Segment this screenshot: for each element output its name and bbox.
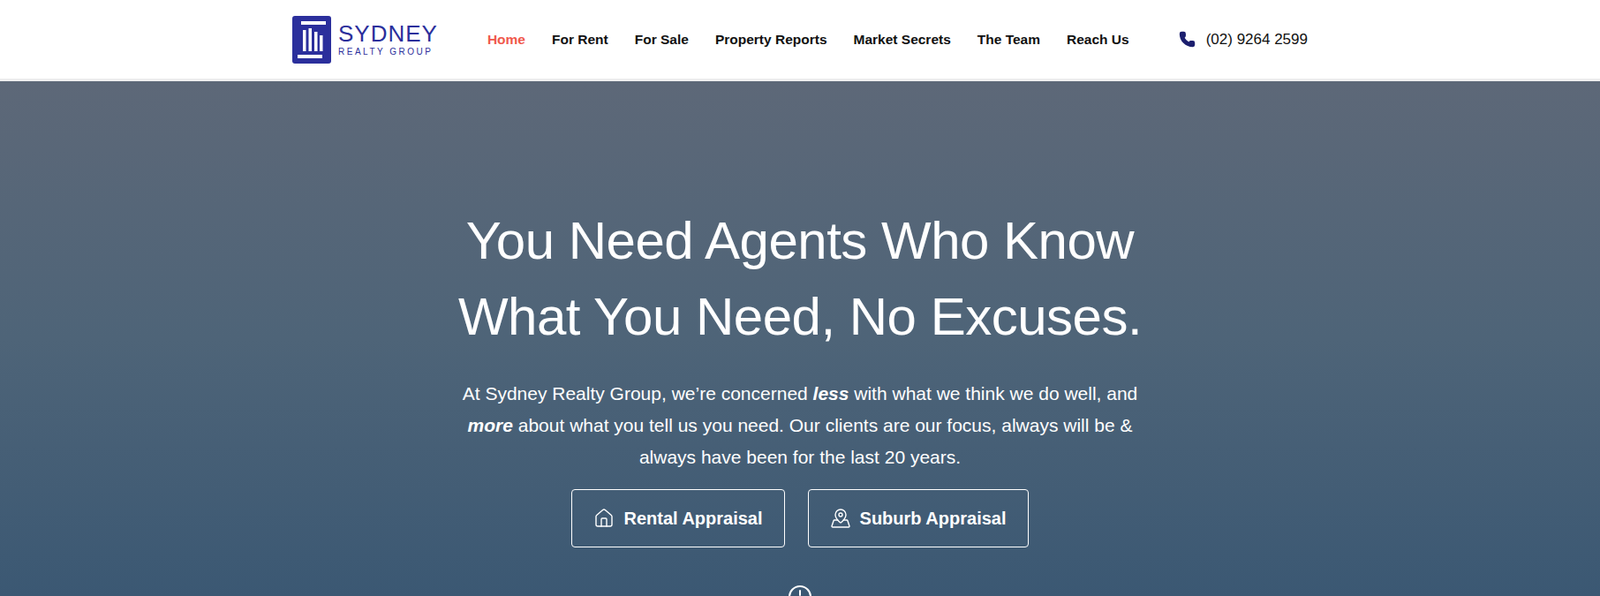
nav-link[interactable]: For Sale bbox=[634, 29, 689, 50]
scroll-indicator[interactable] bbox=[788, 585, 812, 596]
nav-link[interactable]: For Rent bbox=[551, 29, 609, 50]
hero-intro: At Sydney Realty Group, we’re concerned … bbox=[446, 377, 1154, 474]
logo[interactable]: SYDNEYREALTY GROUP bbox=[292, 15, 438, 64]
nav-link[interactable]: Property Reports bbox=[715, 29, 828, 50]
phone-link[interactable]: (02) 9264 2599 bbox=[1178, 28, 1308, 52]
hero: You Need Agents Who KnowWhat You Need, N… bbox=[0, 81, 1600, 596]
nav-link[interactable]: Market Secrets bbox=[853, 29, 951, 50]
phone-icon bbox=[1178, 30, 1196, 48]
map-pin-icon bbox=[830, 507, 852, 529]
nav-link[interactable]: The Team bbox=[977, 29, 1041, 50]
hero-heading: You Need Agents Who KnowWhat You Need, N… bbox=[458, 203, 1142, 355]
house-icon bbox=[593, 507, 615, 529]
appraisal-button[interactable]: Suburb Appraisal bbox=[807, 489, 1029, 548]
logo-mark-icon bbox=[292, 15, 332, 64]
logo-name: SYDNEY bbox=[338, 22, 438, 46]
page: SYDNEYREALTY GROUP Home For Rent For Sale Pr… bbox=[0, 0, 1600, 596]
nav-link[interactable]: Reach Us bbox=[1066, 29, 1130, 50]
main-nav: Home For Rent For Sale Property Reports Mark… bbox=[487, 29, 1130, 50]
logo-tagline: REALTY GROUP bbox=[338, 47, 438, 57]
nav-link[interactable]: Home bbox=[487, 29, 526, 50]
site-header: SYDNEYREALTY GROUP Home For Rent For Sale Pr… bbox=[0, 0, 1600, 82]
appraisal-button[interactable]: Rental Appraisal bbox=[571, 489, 785, 548]
